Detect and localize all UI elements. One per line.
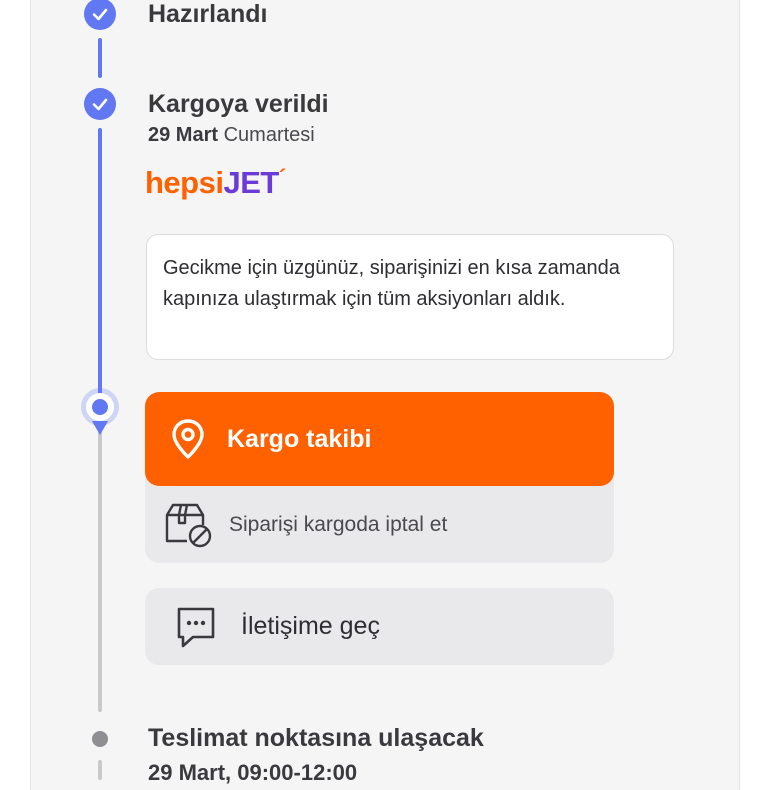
cancel-in-shipping-button[interactable]: Siparişi kargoda iptal et	[145, 486, 614, 563]
timeline-line-done-2	[98, 128, 102, 396]
step-date-day: 29 Mart	[148, 124, 219, 146]
step-date-weekday: Cumartesi	[223, 124, 315, 146]
carrier-logo: hepsiJET´	[145, 165, 286, 200]
current-step-pointer	[92, 421, 108, 435]
step-title-prepared: Hazırlandı	[148, 0, 268, 28]
step-title-delivery-point: Teslimat noktasına ulaşacak	[148, 724, 484, 752]
track-shipment-button[interactable]: Kargo takibi	[145, 392, 614, 486]
cancel-in-shipping-label: Siparişi kargoda iptal et	[229, 512, 448, 536]
location-pin-icon	[169, 418, 207, 460]
step-date-delivery-point: 29 Mart, 09:00-12:00	[148, 760, 358, 785]
step-done-check-icon	[84, 88, 116, 120]
timeline-line-done-1	[98, 38, 102, 78]
chat-bubble-icon	[175, 605, 217, 649]
timeline-line-pending	[98, 430, 102, 712]
package-cancel-icon	[163, 501, 213, 549]
contact-label: İletişime geç	[241, 612, 380, 640]
contact-button[interactable]: İletişime geç	[145, 588, 614, 665]
timeline-line-pending-2	[98, 760, 102, 780]
step-title-shipped: Kargoya verildi	[148, 90, 329, 118]
shipment-actions: Kargo takibi Siparişi kargoda iptal et	[145, 392, 614, 563]
delay-notice: Gecikme için üzgünüz, siparişinizi en kı…	[146, 234, 674, 360]
current-step-marker	[86, 393, 114, 421]
step-date-shipped: 29 Mart Cumartesi	[148, 124, 315, 147]
track-shipment-label: Kargo takibi	[227, 424, 372, 453]
pending-step-marker	[92, 731, 108, 747]
